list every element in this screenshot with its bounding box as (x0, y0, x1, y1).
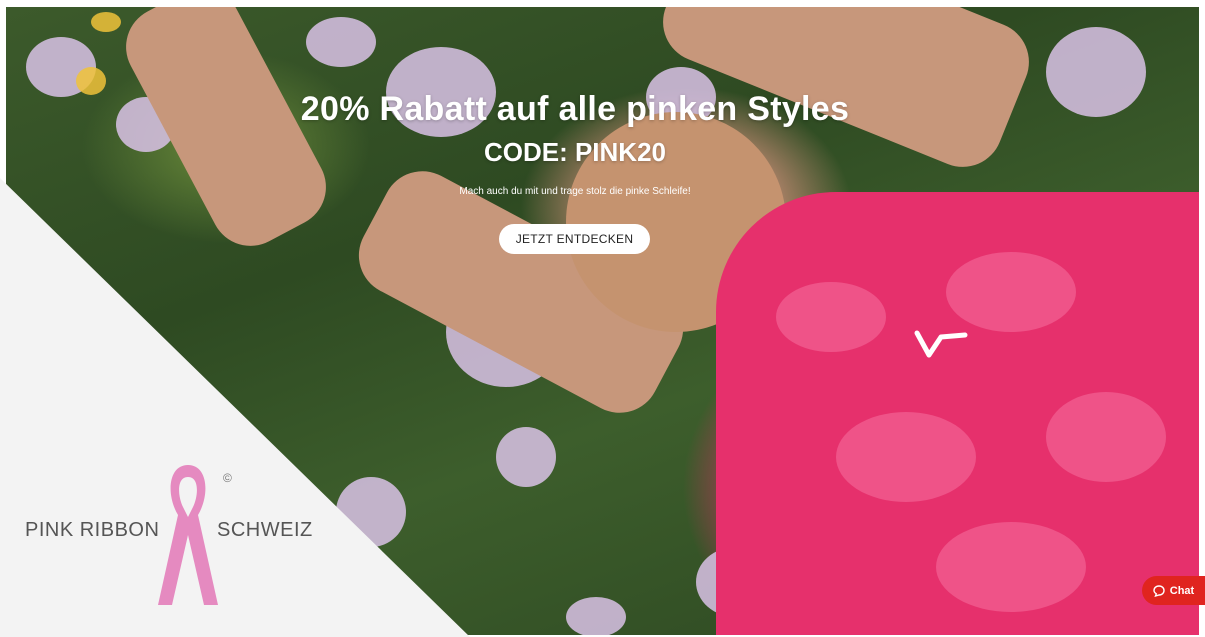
pink-tank-top (716, 192, 1199, 635)
flower-cluster (566, 597, 626, 635)
shirt-pattern (836, 412, 976, 502)
dandelion (91, 12, 121, 32)
shirt-pattern (776, 282, 886, 352)
promo-subtext: Mach auch du mit und trage stolz die pin… (459, 186, 691, 197)
pink-ribbon-icon (158, 465, 218, 605)
ribbon-text-left: PINK RIBBON (25, 519, 160, 541)
promo-code: CODE: PINK20 (483, 137, 667, 167)
brand-logo-icon (914, 330, 968, 358)
shirt-pattern (1046, 392, 1166, 482)
flower-cluster (496, 427, 556, 487)
flower-cluster (336, 477, 406, 547)
chat-label: Chat (1169, 584, 1195, 597)
shirt-pattern (936, 522, 1086, 612)
ribbon-text-right: SCHWEIZ (217, 519, 313, 541)
promo-headline: 20% Rabatt auf alle pinken Styles (300, 90, 850, 128)
flower-cluster (306, 17, 376, 67)
discover-button[interactable]: JETZT ENTDECKEN (499, 224, 650, 254)
pink-ribbon-logo[interactable]: PINK RIBBON © SCHWEIZ (20, 455, 330, 615)
chat-bubble-icon (1153, 584, 1165, 597)
shirt-pattern (946, 252, 1076, 332)
chat-button[interactable]: Chat (1142, 576, 1205, 605)
copyright-mark: © (223, 471, 232, 485)
